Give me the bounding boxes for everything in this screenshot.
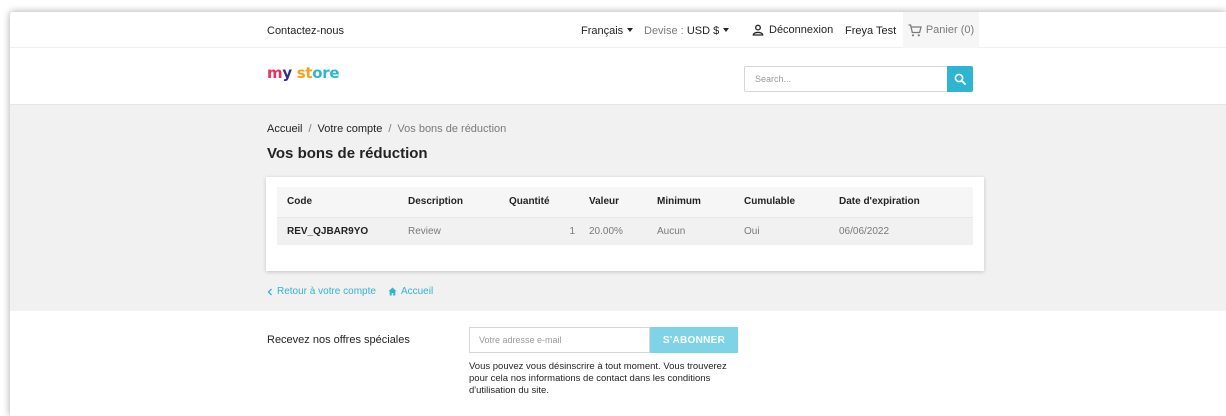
newsletter-label: Recevez nos offres spéciales <box>267 334 410 346</box>
currency-label: Devise : <box>644 25 684 37</box>
search-button[interactable] <box>947 66 973 92</box>
store-logo[interactable]: my store <box>267 64 340 82</box>
back-to-account-link[interactable]: Retour à votre compte <box>267 286 376 297</box>
search-box <box>744 66 973 92</box>
logo-part: m <box>267 64 283 82</box>
column-header: Valeur <box>579 187 647 218</box>
search-input[interactable] <box>745 67 945 91</box>
currency-selector[interactable]: Devise : USD $ <box>644 25 730 37</box>
breadcrumb-account[interactable]: Votre compte <box>318 123 383 135</box>
voucher-quantity: 1 <box>499 217 579 245</box>
cart-label: Panier (0) <box>925 24 975 36</box>
vouchers-card: Code Description Quantité Valeur Minimum… <box>266 177 984 271</box>
cart-icon <box>908 23 922 36</box>
breadcrumb-home[interactable]: Accueil <box>267 123 302 135</box>
newsletter-note: Vous pouvez vous désinscrire à tout mome… <box>469 361 727 396</box>
voucher-cumulable: Oui <box>734 217 829 245</box>
logout-label: Déconnexion <box>769 24 834 36</box>
home-link[interactable]: Accueil <box>388 286 433 297</box>
contact-link[interactable]: Contactez-nous <box>267 25 344 37</box>
voucher-code: REV_QJBAR9YO <box>277 217 398 245</box>
back-to-account-label: Retour à votre compte <box>277 286 376 297</box>
table-row: REV_QJBAR9YO Review 1 20.00% Aucun Oui 0… <box>277 217 973 245</box>
subscribe-button[interactable]: S'ABONNER <box>650 327 738 353</box>
breadcrumb-separator: / <box>388 123 392 135</box>
top-nav: Contactez-nous Français Devise : USD $ D… <box>10 12 1226 48</box>
voucher-minimum: Aucun <box>647 217 734 245</box>
voucher-description: Review <box>398 217 499 245</box>
breadcrumb-separator: / <box>308 123 312 135</box>
vouchers-table: Code Description Quantité Valeur Minimum… <box>277 187 973 245</box>
language-label: Français <box>581 25 624 37</box>
home-label: Accueil <box>400 286 434 297</box>
caret-down-icon <box>627 28 634 33</box>
footer-links: Retour à votre compte Accueil <box>267 286 433 297</box>
logo-part: st <box>291 64 313 82</box>
user-icon <box>752 24 764 36</box>
main-content: Accueil / Votre compte / Vos bons de réducti… <box>10 104 1226 311</box>
column-header: Quantité <box>499 187 579 218</box>
currency-value: USD $ <box>686 25 720 37</box>
table-header-row: Code Description Quantité Valeur Minimum… <box>277 187 973 218</box>
language-selector[interactable]: Français <box>581 25 634 37</box>
browser-page: Contactez-nous Français Devise : USD $ D… <box>10 12 1226 416</box>
breadcrumb-current: Vos bons de réduction <box>397 123 507 135</box>
header: my store <box>10 48 1226 104</box>
column-header: Description <box>398 187 499 218</box>
column-header: Date d'expiration <box>829 187 973 218</box>
logo-part: ore <box>312 64 340 82</box>
column-header: Minimum <box>647 187 734 218</box>
logo-part: y <box>282 64 292 82</box>
logout-link[interactable]: Déconnexion <box>752 24 833 36</box>
breadcrumb: Accueil / Votre compte / Vos bons de réducti… <box>267 123 506 135</box>
chevron-left-icon <box>267 288 272 295</box>
caret-down-icon <box>723 28 730 33</box>
search-icon <box>954 73 966 85</box>
newsletter-email-input[interactable] <box>469 327 650 353</box>
page-title: Vos bons de réduction <box>267 145 428 162</box>
column-header: Code <box>277 187 398 218</box>
voucher-value: 20.00% <box>579 217 647 245</box>
home-icon <box>388 287 397 296</box>
column-header: Cumulable <box>734 187 829 218</box>
voucher-expiration: 06/06/2022 <box>829 217 973 245</box>
user-name[interactable]: Freya Test <box>845 25 896 37</box>
cart-button[interactable]: Panier (0) <box>903 12 979 48</box>
